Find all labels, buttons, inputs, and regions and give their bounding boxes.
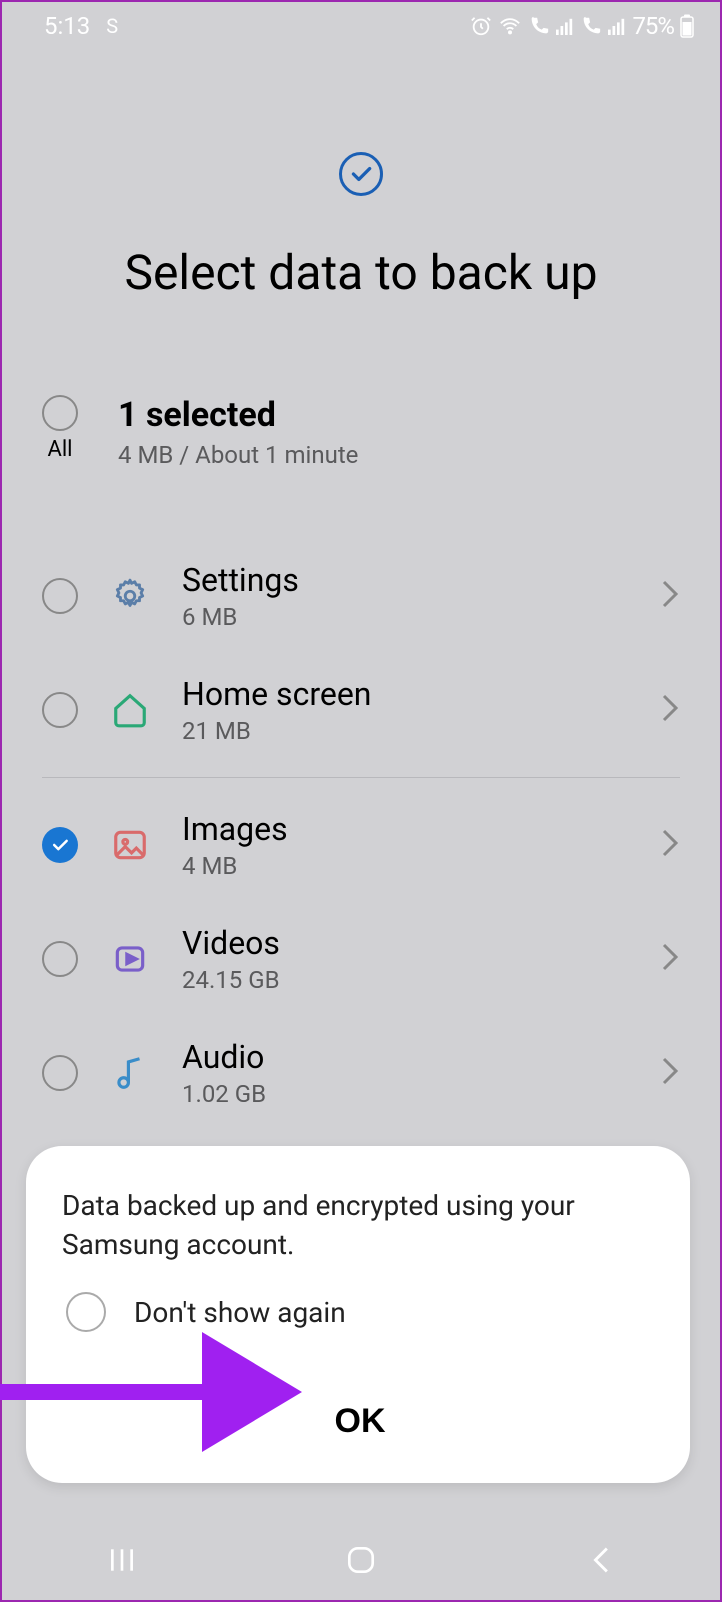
item-name: Images [182,810,630,848]
item-checkbox[interactable] [42,1055,78,1091]
list-divider [42,777,680,778]
list-item-images[interactable]: Images 4 MB [2,788,720,902]
recents-button[interactable] [62,1545,182,1575]
page-title: Select data to back up [2,244,720,301]
item-size: 6 MB [182,603,630,631]
item-name: Videos [182,924,630,962]
select-all-checkbox[interactable] [42,395,78,431]
item-name: Settings [182,561,630,599]
gear-icon [108,577,152,615]
item-name: Audio [182,1038,630,1076]
chevron-right-icon [660,693,680,727]
item-name: Home screen [182,675,630,713]
size-estimate: 4 MB / About 1 minute [118,441,358,469]
list-item-home-screen[interactable]: Home screen 21 MB [2,653,720,767]
ok-button[interactable]: OK [335,1402,386,1441]
dont-show-row[interactable]: Don't show again [62,1292,658,1332]
item-size: 24.15 GB [182,966,630,994]
backup-list: Settings 6 MB Home screen 21 MB [2,469,720,1130]
dont-show-label: Don't show again [134,1296,346,1329]
dont-show-checkbox[interactable] [66,1292,106,1332]
header-check-icon [339,152,383,196]
list-item-videos[interactable]: Videos 24.15 GB [2,902,720,1016]
status-bar: 5:13 S 75% [2,2,720,46]
list-item-settings[interactable]: Settings 6 MB [2,539,720,653]
selected-count: 1 selected [118,395,358,435]
item-checkbox-checked[interactable] [42,827,78,863]
image-icon [108,826,152,864]
item-size: 1.02 GB [182,1080,630,1108]
dialog-message: Data backed up and encrypted using your … [62,1186,658,1264]
call-sim2-icon [580,15,602,37]
page-header: Select data to back up [2,46,720,301]
select-all-label: All [47,437,72,462]
back-button[interactable] [540,1544,660,1576]
info-dialog: Data backed up and encrypted using your … [26,1146,690,1483]
call-sim1-icon [528,15,550,37]
signal1-icon [556,17,574,35]
battery-icon [680,14,694,38]
chevron-right-icon [660,828,680,862]
item-checkbox[interactable] [42,578,78,614]
home-button[interactable] [301,1543,421,1577]
chevron-right-icon [660,1056,680,1090]
status-indicator: S [106,14,118,38]
item-size: 21 MB [182,717,630,745]
item-checkbox[interactable] [42,692,78,728]
wifi-icon [498,15,522,37]
home-icon [108,691,152,729]
navigation-bar [2,1520,720,1600]
selection-summary: All 1 selected 4 MB / About 1 minute [2,301,720,469]
video-icon [108,940,152,978]
audio-icon [108,1054,152,1092]
battery-percent: 75% [632,12,674,40]
chevron-right-icon [660,942,680,976]
signal2-icon [608,17,626,35]
chevron-right-icon [660,579,680,613]
status-time: 5:13 [44,12,90,40]
item-size: 4 MB [182,852,630,880]
alarm-icon [470,15,492,37]
list-item-audio[interactable]: Audio 1.02 GB [2,1016,720,1130]
item-checkbox[interactable] [42,941,78,977]
